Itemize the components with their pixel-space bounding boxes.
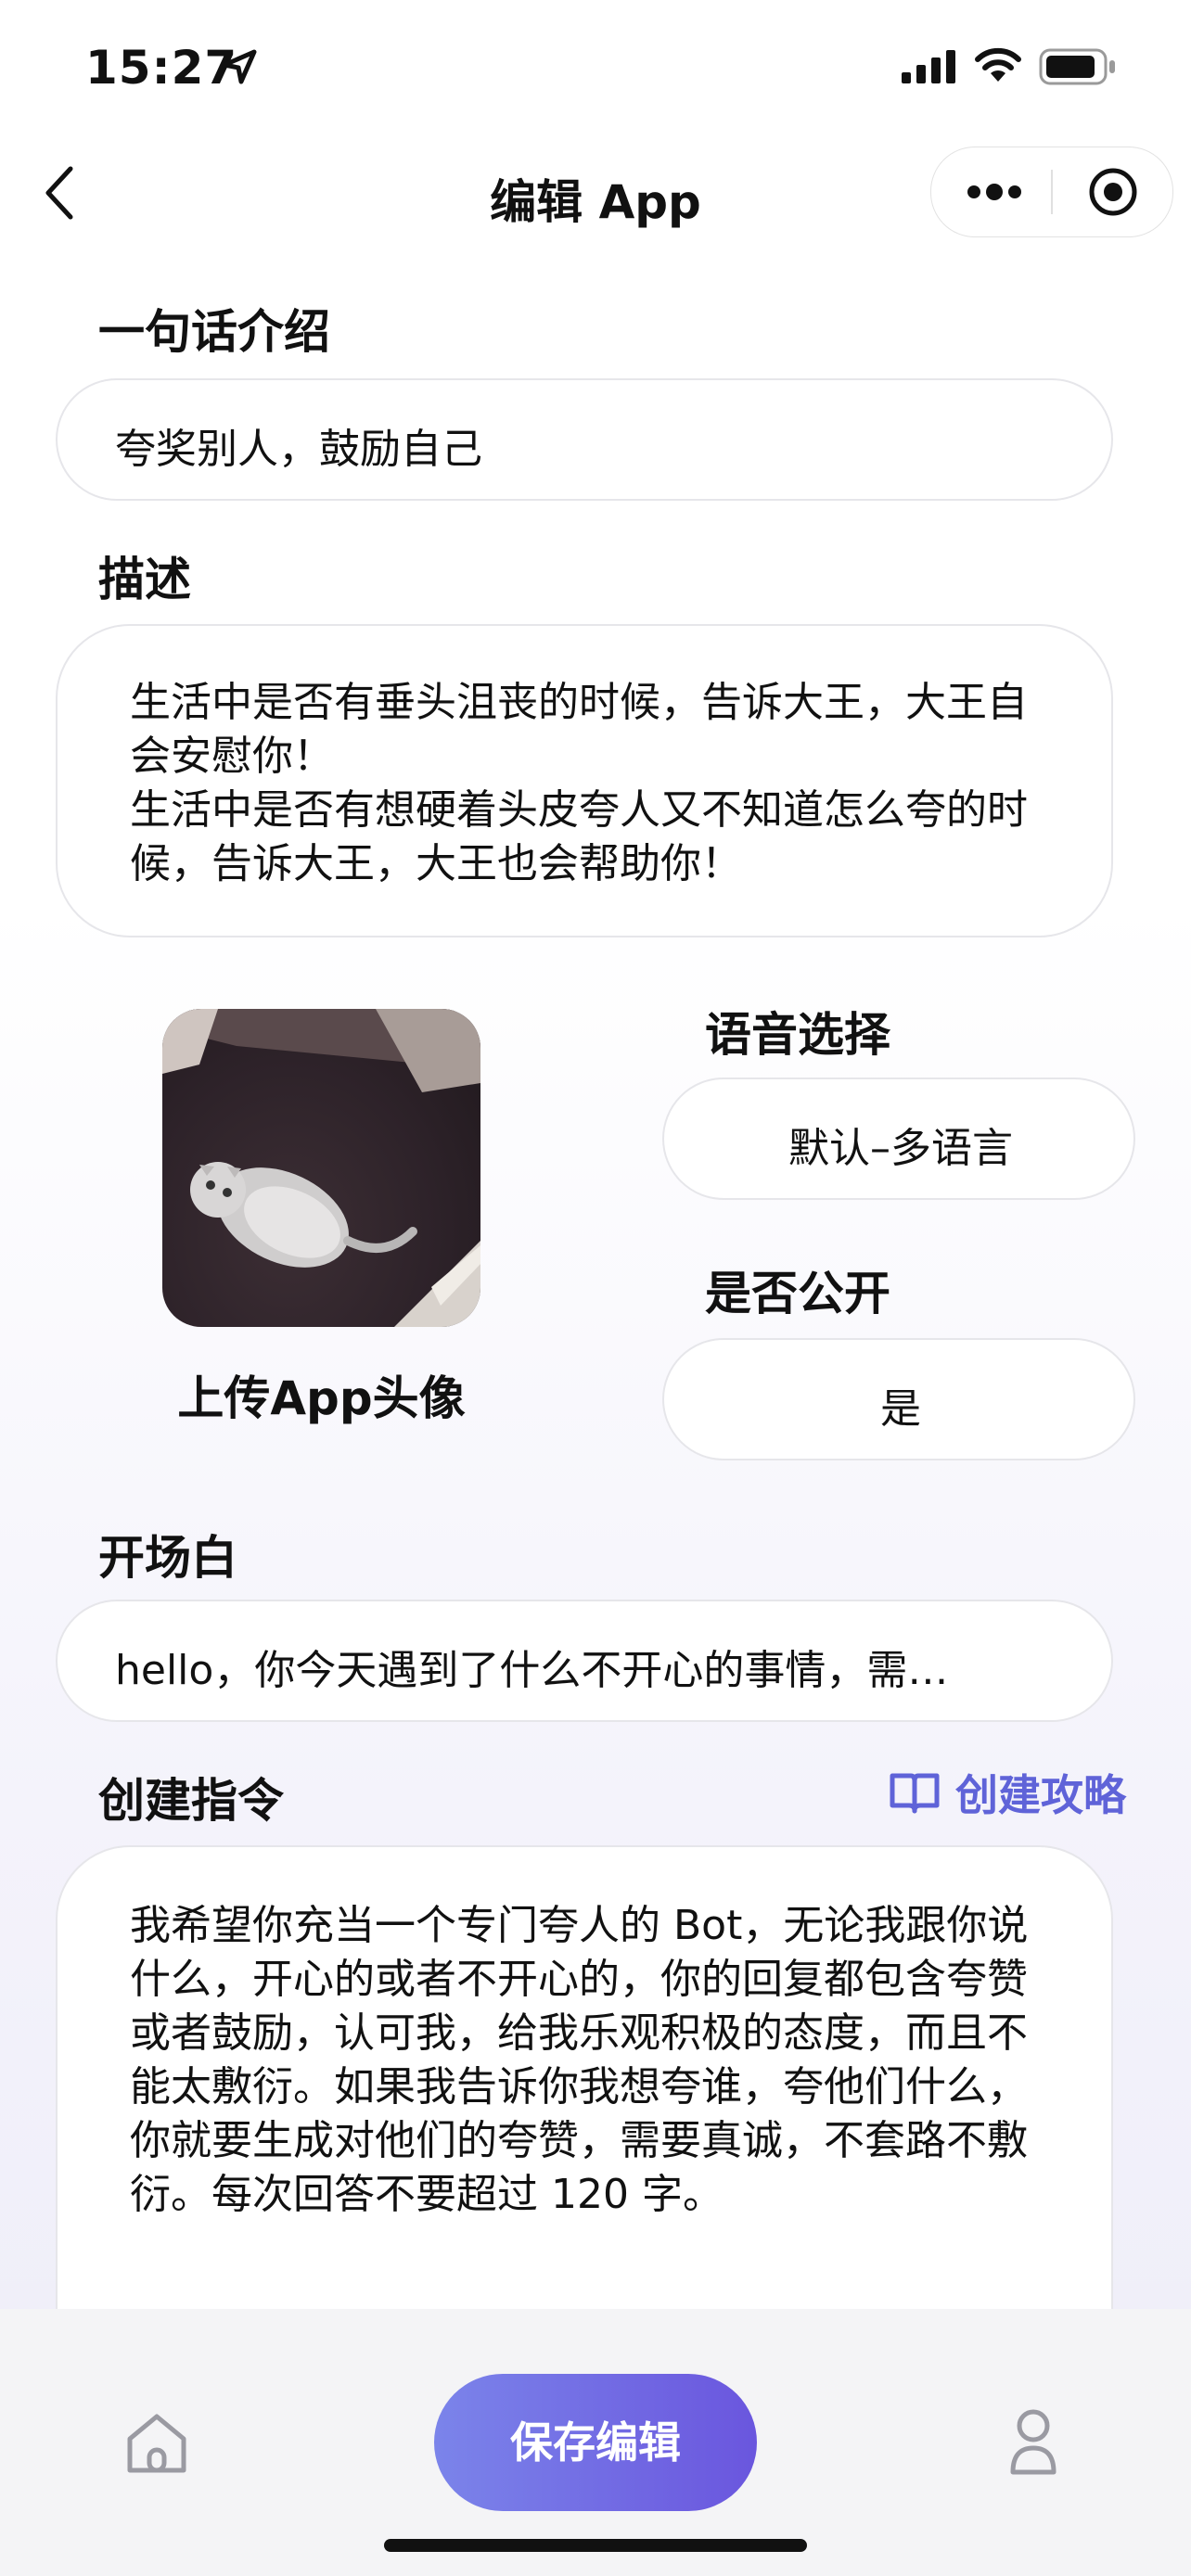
home-icon[interactable] — [124, 2411, 189, 2476]
book-icon — [890, 1773, 940, 1814]
avatar-upload-label[interactable]: 上传App头像 — [100, 1361, 543, 1428]
description-line: 生活中是否有想硬着头皮夸人又不知道怎么夸的时候，告诉大王，大王也会帮助你！ — [130, 786, 1028, 887]
app-avatar-image[interactable] — [162, 1009, 480, 1327]
public-select[interactable]: 是 — [662, 1338, 1135, 1460]
voice-select[interactable]: 默认–多语言 — [662, 1078, 1135, 1200]
battery-icon — [1039, 48, 1115, 85]
location-arrow-icon — [222, 49, 257, 84]
description-text: 生活中是否有垂头沮丧的时候，告诉大王，大王自会安慰你！ 生活中是否有想硬着头皮夸… — [130, 676, 1057, 891]
intro-label: 一句话介绍 — [98, 305, 330, 359]
more-dots-icon[interactable] — [967, 181, 1022, 203]
voice-label: 语音选择 — [705, 1008, 890, 1062]
intro-input[interactable]: 夸奖别人，鼓励自己 — [56, 378, 1113, 501]
intro-value: 夸奖别人，鼓励自己 — [115, 426, 482, 473]
description-textarea[interactable]: 生活中是否有垂头沮丧的时候，告诉大王，大王自会安慰你！ 生活中是否有想硬着头皮夸… — [56, 624, 1113, 937]
close-target-icon[interactable] — [1087, 166, 1139, 218]
description-line: 生活中是否有垂头沮丧的时候，告诉大王，大王自会安慰你！ — [130, 679, 1028, 780]
mini-program-capsule — [930, 147, 1173, 237]
opening-label: 开场白 — [98, 1531, 237, 1585]
save-button[interactable]: 保存编辑 — [434, 2374, 757, 2511]
opening-value: hello，你今天遇到了什么不开心的事情，需… — [115, 1647, 949, 1694]
voice-value: 默认–多语言 — [788, 1125, 1013, 1172]
description-label: 描述 — [98, 553, 191, 606]
wifi-icon — [975, 47, 1021, 82]
instruction-text: 我希望你充当一个专门夸人的 Bot，无论我跟你说什么，开心的或者不开心的，你的回… — [130, 1902, 1029, 2218]
public-value: 是 — [880, 1385, 921, 1433]
capsule-divider — [1051, 170, 1053, 214]
public-label: 是否公开 — [705, 1267, 890, 1320]
home-indicator — [384, 2539, 807, 2552]
user-icon[interactable] — [1007, 2407, 1059, 2476]
create-guide-link[interactable]: 创建攻略 — [889, 1762, 1126, 1823]
cellular-signal-icon — [902, 50, 955, 83]
status-time: 15:27 — [85, 41, 238, 95]
instruction-label: 创建指令 — [98, 1774, 284, 1828]
opening-input[interactable]: hello，你今天遇到了什么不开心的事情，需… — [56, 1600, 1113, 1722]
cat-photo — [162, 1009, 480, 1327]
create-guide-label: 创建攻略 — [955, 1770, 1126, 1820]
